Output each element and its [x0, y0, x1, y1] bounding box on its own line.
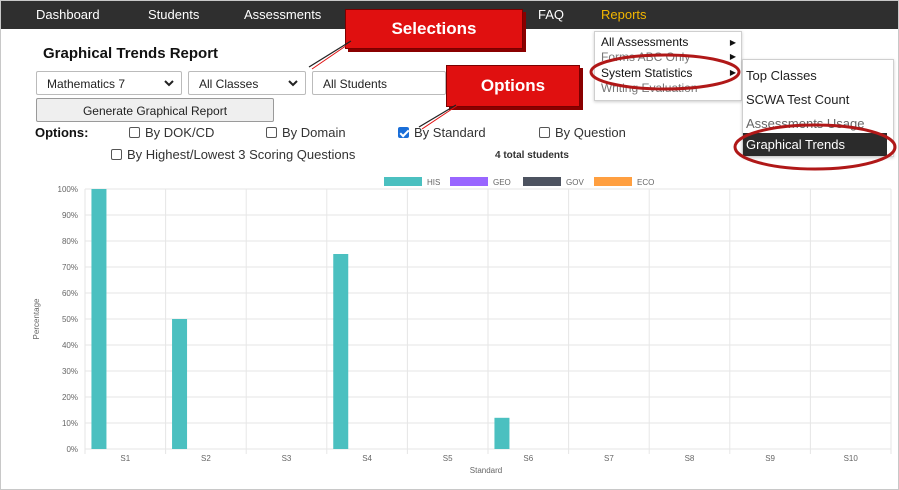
checkbox-checked[interactable] [398, 127, 409, 138]
y-tick-label: 0% [66, 445, 78, 454]
checkbox[interactable] [129, 127, 140, 138]
options-pointer [418, 104, 457, 128]
options-callout: Options [446, 65, 580, 107]
x-tick-label: S7 [604, 454, 614, 463]
legend-label-his: HIS [427, 178, 440, 187]
submenu-top-classes[interactable]: Top Classes [743, 64, 893, 88]
x-tick-label: S10 [844, 454, 859, 463]
legend-label-geo: GEO [493, 178, 511, 187]
class-select-value: All Classes [199, 77, 259, 91]
x-tick-label: S4 [362, 454, 372, 463]
y-tick-label: 100% [58, 185, 78, 194]
caret-right-icon: ▶ [729, 38, 736, 47]
bar-his-s2 [172, 319, 188, 449]
y-tick-label: 40% [62, 341, 78, 350]
option-by-dok[interactable]: By DOK/CD [129, 125, 214, 140]
bar-his-s6 [494, 417, 510, 449]
menu-item-all-assessments[interactable]: All Assessments [601, 35, 688, 49]
caret-right-icon: ▶ [729, 68, 736, 77]
nav-students[interactable]: Students [148, 7, 199, 22]
y-tick-label: 20% [62, 393, 78, 402]
x-axis-title: Standard [470, 466, 502, 475]
page-title: Graphical Trends Report [43, 45, 219, 62]
x-tick-label: S2 [201, 454, 211, 463]
option-label: By Standard [414, 125, 486, 140]
y-tick-label: 50% [62, 315, 78, 324]
option-by-question[interactable]: By Question [539, 125, 626, 140]
subject-select-value: Mathematics 7 [47, 77, 126, 91]
menu-item-writing-evaluation[interactable]: Writing Evaluation [601, 81, 698, 95]
reports-dropdown: All Assessments ▶ Forms ABC Only ▶ Syste… [594, 31, 742, 101]
option-label: By Question [555, 125, 626, 140]
checkbox[interactable] [111, 149, 122, 160]
selections-callout: Selections [345, 9, 523, 49]
option-by-domain[interactable]: By Domain [266, 125, 346, 140]
screenshot-frame: Dashboard Students Assessments FAQ Repor… [0, 0, 899, 490]
student-select-value: All Students [323, 77, 388, 91]
legend-swatch-gov [523, 177, 561, 186]
chevron-down-icon [288, 80, 298, 87]
generate-report-button[interactable]: Generate Graphical Report [36, 98, 274, 122]
checkbox[interactable] [539, 127, 550, 138]
y-tick-label: 80% [62, 237, 78, 246]
x-tick-label: S1 [120, 454, 130, 463]
caret-right-icon: ▶ [729, 52, 736, 61]
y-tick-label: 10% [62, 419, 78, 428]
nav-faq[interactable]: FAQ [538, 7, 564, 22]
total-students: 4 total students [495, 150, 569, 161]
menu-item-forms-abc[interactable]: Forms ABC Only [601, 50, 690, 64]
menu-item-label: Writing Evaluation [601, 81, 698, 95]
chevron-down-icon [164, 80, 174, 87]
nav-assessments[interactable]: Assessments [244, 7, 321, 22]
menu-item-system-statistics[interactable]: System Statistics [601, 66, 692, 80]
graphical-trends-chart: 0% 10% 20% 30% 40% 50% 60% 70% 80% 90% 100% S1 S2 S3 S… [32, 177, 892, 475]
options-label: Options: [35, 125, 89, 140]
bar-his-s4 [333, 254, 349, 449]
x-tick-label: S3 [282, 454, 292, 463]
submenu-graphical-trends[interactable]: Graphical Trends [743, 133, 887, 156]
x-tick-label: S8 [685, 454, 695, 463]
option-label: By DOK/CD [145, 125, 215, 140]
menu-item-label: Forms ABC Only [601, 50, 691, 64]
y-tick-label: 70% [62, 263, 78, 272]
x-tick-label: S9 [765, 454, 775, 463]
legend-swatch-geo [450, 177, 488, 186]
y-tick-label: 90% [62, 211, 78, 220]
y-axis-title: Percentage [32, 298, 41, 339]
student-select[interactable]: All Students [312, 71, 446, 95]
legend-swatch-his [384, 177, 422, 186]
legend-label-eco: ECO [637, 178, 654, 187]
x-tick-label: S5 [443, 454, 453, 463]
class-select[interactable]: All Classes [188, 71, 306, 95]
nav-reports[interactable]: Reports [601, 7, 647, 22]
y-tick-label: 60% [62, 289, 78, 298]
menu-item-label: All Assessments [601, 35, 689, 49]
bar-his-s1 [91, 189, 107, 449]
system-statistics-submenu: Top Classes SCWA Test Count Assessments … [742, 59, 894, 157]
subject-select[interactable]: Mathematics 7 [36, 71, 182, 95]
option-label: By Highest/Lowest 3 Scoring Questions [127, 147, 356, 162]
x-tick-label: S6 [523, 454, 533, 463]
option-label: By Domain [282, 125, 346, 140]
menu-item-label: System Statistics [601, 66, 693, 80]
option-by-standard[interactable]: By Standard [398, 125, 486, 140]
option-by-high-low[interactable]: By Highest/Lowest 3 Scoring Questions [111, 147, 355, 162]
y-tick-label: 30% [62, 367, 78, 376]
nav-dashboard[interactable]: Dashboard [36, 7, 100, 22]
submenu-scwa-test-count[interactable]: SCWA Test Count [743, 88, 893, 112]
legend-swatch-eco [594, 177, 632, 186]
checkbox[interactable] [266, 127, 277, 138]
legend-label-gov: GOV [566, 178, 584, 187]
